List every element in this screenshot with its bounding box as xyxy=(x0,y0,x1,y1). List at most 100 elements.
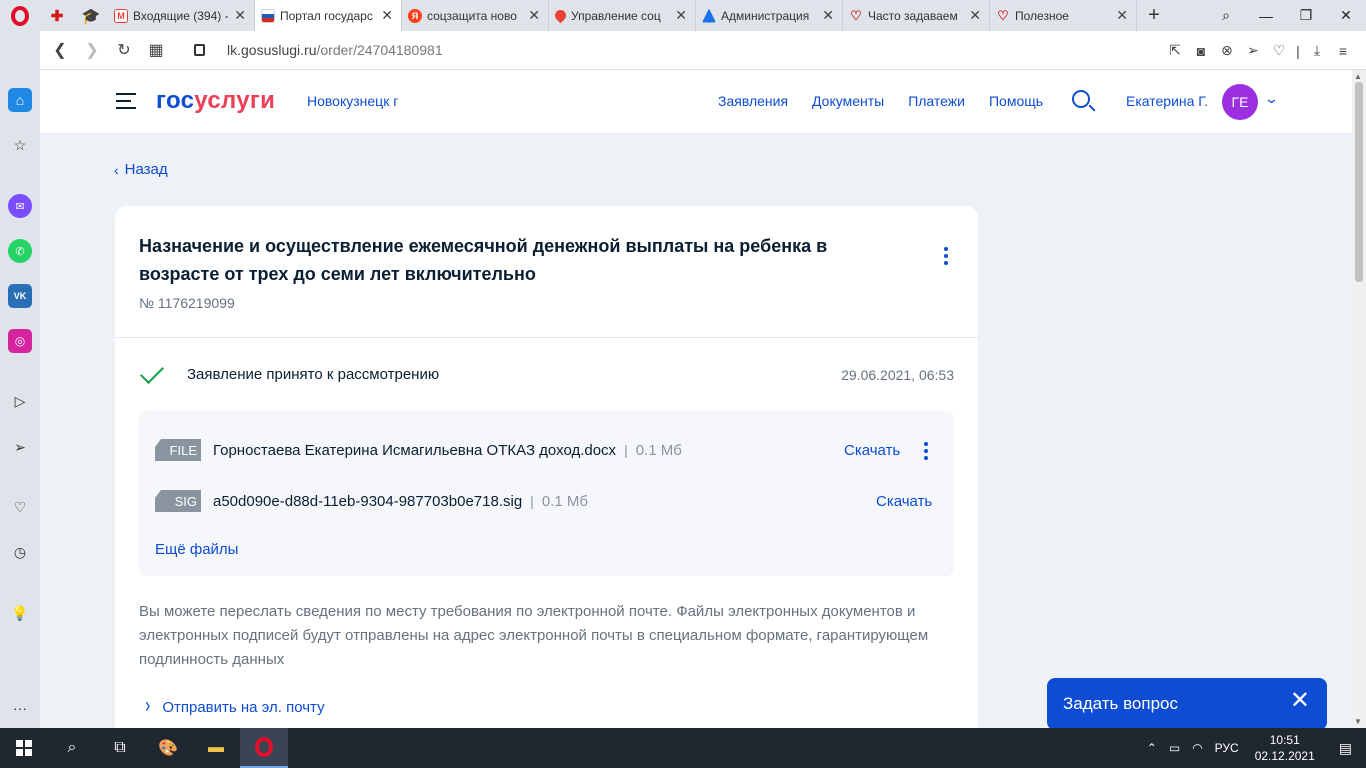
avatar[interactable]: ГЕ xyxy=(1222,84,1258,120)
pinned-tab-certificates[interactable]: 🎓 xyxy=(74,0,108,31)
back-nav-button[interactable]: ❮ xyxy=(44,34,76,66)
gmail-icon: M xyxy=(114,8,128,23)
speed-dial-button[interactable]: ▦ xyxy=(140,34,172,66)
chevron-up-icon[interactable]: ⌃ xyxy=(1141,741,1163,755)
download-icon[interactable]: ⤓ xyxy=(1304,42,1330,59)
send-page-icon[interactable]: ➢ xyxy=(1240,42,1266,59)
order-menu-icon[interactable] xyxy=(944,247,948,268)
file-menu-icon[interactable] xyxy=(924,442,928,463)
file-type-badge: FILE xyxy=(155,439,201,461)
player-icon[interactable]: ▷ xyxy=(8,389,32,413)
tab-gmail[interactable]: M Входящие (394) - ✕ xyxy=(108,0,255,31)
tab-title: Управление соц xyxy=(571,8,661,23)
page-content: госуслуги Новокузнецк г Заявления Докуме… xyxy=(40,70,1352,728)
more-files-link[interactable]: Ещё файлы xyxy=(155,541,238,558)
hamburger-menu-icon[interactable] xyxy=(116,93,136,109)
tab-useful[interactable]: ♡ Полезное ✕ xyxy=(990,0,1137,31)
whatsapp-icon[interactable]: ✆ xyxy=(8,239,32,263)
user-name[interactable]: Екатерина Г. xyxy=(1126,93,1208,109)
scroll-up-icon[interactable]: ▲ xyxy=(1354,72,1362,81)
tab-search-icon[interactable]: ⌕ xyxy=(1206,0,1246,31)
order-title: Назначение и осуществление ежемесячной д… xyxy=(139,236,828,284)
site-header: госуслуги Новокузнецк г Заявления Докуме… xyxy=(40,70,1352,134)
lightbulb-icon[interactable]: 💡 xyxy=(8,601,32,625)
restore-button[interactable]: ❐ xyxy=(1286,0,1326,31)
more-icon[interactable]: ··· xyxy=(8,696,32,720)
favorite-icon[interactable]: ♡ xyxy=(1266,42,1292,59)
messenger-icon[interactable]: ✉ xyxy=(8,194,32,218)
city-selector[interactable]: Новокузнецк г xyxy=(307,93,398,109)
file-explorer-icon[interactable]: ▬ xyxy=(192,728,240,768)
close-icon[interactable]: ✕ xyxy=(1116,7,1128,24)
forward-nav-button[interactable]: ❯ xyxy=(76,34,108,66)
language-indicator[interactable]: РУС xyxy=(1209,741,1245,755)
send-email-link[interactable]: › Отправить на эл. почту xyxy=(145,695,325,717)
close-icon[interactable]: ✕ xyxy=(1290,689,1310,713)
paint-icon[interactable]: 🎨 xyxy=(144,728,192,768)
back-link[interactable]: ‹ Назад xyxy=(114,161,168,178)
close-icon[interactable]: ✕ xyxy=(381,7,393,24)
download-link[interactable]: Скачать xyxy=(844,442,900,459)
tab-yandex[interactable]: Я соцзащита ново ✕ xyxy=(402,0,549,31)
clock-time: 10:51 xyxy=(1269,733,1300,747)
task-view-icon[interactable]: ⧉ xyxy=(96,728,144,768)
easy-setup-icon[interactable]: ≡ xyxy=(1330,43,1356,59)
clock[interactable]: 10:51 02.12.2021 xyxy=(1245,732,1325,764)
maps-pin-icon xyxy=(552,7,569,24)
share-icon[interactable]: ⇱ xyxy=(1162,42,1188,59)
scroll-down-icon[interactable]: ▼ xyxy=(1354,717,1362,726)
logo-part-gos: гос xyxy=(156,87,195,114)
close-icon[interactable]: ✕ xyxy=(969,7,981,24)
ask-question-widget[interactable]: Задать вопрос ✕ xyxy=(1047,678,1327,728)
minimize-button[interactable]: — xyxy=(1246,0,1286,31)
heart-icon[interactable]: ♡ xyxy=(8,495,32,519)
close-icon[interactable]: ✕ xyxy=(675,7,687,24)
history-icon[interactable]: ◷ xyxy=(8,540,32,564)
opera-taskbar-icon[interactable] xyxy=(240,728,288,768)
tab-maps[interactable]: Управление соц ✕ xyxy=(549,0,696,31)
tab-administration[interactable]: Администрация ✕ xyxy=(696,0,843,31)
reload-icon: ↻ xyxy=(117,42,131,59)
page-scrollbar[interactable]: ▲ ▼ xyxy=(1352,70,1366,728)
close-icon[interactable]: ✕ xyxy=(234,7,246,24)
tab-faq[interactable]: ♡ Часто задаваем ✕ xyxy=(843,0,990,31)
tab-gosuslugi[interactable]: Портал государс ✕ xyxy=(255,0,402,31)
chevron-down-icon[interactable]: ⌄ xyxy=(1264,91,1279,107)
scrollbar-thumb[interactable] xyxy=(1355,82,1363,282)
search-icon[interactable]: ⌕ xyxy=(48,728,96,768)
close-icon[interactable]: ✕ xyxy=(528,7,540,24)
file-name[interactable]: Горностаева Екатерина Исмагильевна ОТКАЗ… xyxy=(213,442,616,459)
divider xyxy=(115,337,978,338)
notifications-icon[interactable]: ▤ xyxy=(1325,740,1366,757)
gosuslugi-logo[interactable]: госуслуги xyxy=(156,87,275,115)
nav-payments[interactable]: Платежи xyxy=(908,93,965,109)
reload-button[interactable]: ↻ xyxy=(108,34,140,66)
bookmark-icon[interactable]: ☆ xyxy=(8,133,32,157)
nav-documents[interactable]: Документы xyxy=(812,93,884,109)
url-field[interactable]: lk.gosuslugi.ru/order/24704180981 xyxy=(194,42,443,58)
camera-icon[interactable]: ◙ xyxy=(1188,43,1214,59)
arrow-left-icon: ❮ xyxy=(53,42,67,59)
wifi-icon[interactable]: ◠ xyxy=(1186,741,1208,755)
nav-applications[interactable]: Заявления xyxy=(718,93,788,109)
start-button[interactable] xyxy=(0,728,48,768)
new-tab-button[interactable]: + xyxy=(1137,0,1171,31)
nav-help[interactable]: Помощь xyxy=(989,93,1043,109)
grid-icon: ▦ xyxy=(148,42,164,59)
send-icon[interactable]: ➢ xyxy=(8,435,32,459)
adblock-icon[interactable]: ⊗ xyxy=(1214,42,1240,59)
address-bar-actions: ⇱ ◙ ⊗ ➢ ♡ | ⤓ ≡ xyxy=(1162,31,1356,70)
home-icon[interactable]: ⌂ xyxy=(8,88,32,112)
close-icon[interactable]: ✕ xyxy=(822,7,834,24)
download-link[interactable]: Скачать xyxy=(876,493,932,510)
instagram-icon[interactable]: ◎ xyxy=(8,329,32,353)
opera-logo-icon xyxy=(255,737,273,757)
file-name[interactable]: a50d090e-d88d-11eb-9304-987703b0e718.sig xyxy=(213,493,522,510)
url-host: lk.gosuslugi.ru xyxy=(227,42,317,58)
search-icon[interactable] xyxy=(1072,90,1090,108)
opera-menu-button[interactable] xyxy=(0,0,40,31)
close-window-button[interactable]: ✕ xyxy=(1326,0,1366,31)
pinned-tab-association[interactable]: ✚ xyxy=(40,0,74,31)
vk-icon[interactable]: VK xyxy=(8,284,32,308)
battery-icon[interactable]: ▭ xyxy=(1163,741,1186,755)
